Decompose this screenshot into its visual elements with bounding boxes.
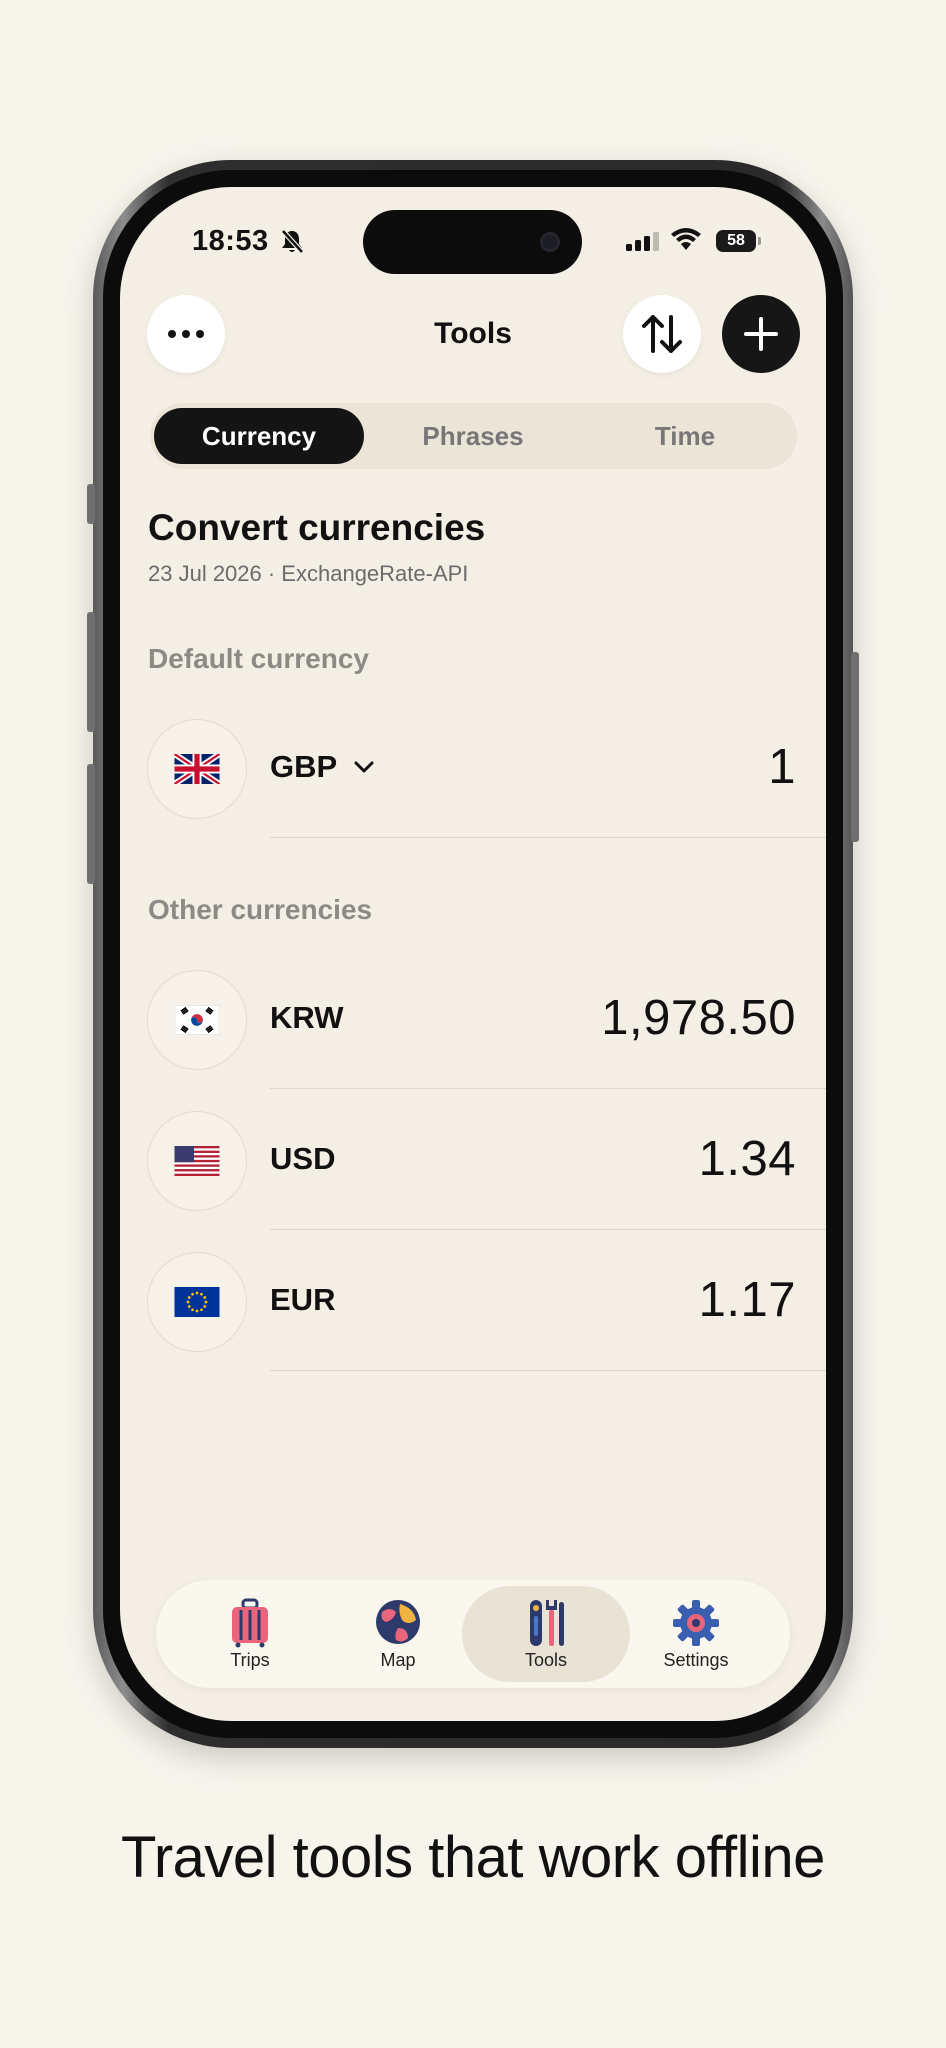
tab-trips[interactable]: Trips	[166, 1586, 334, 1682]
eu-flag-icon	[174, 1287, 220, 1317]
currency-amount-input[interactable]: 1	[768, 739, 796, 795]
marketing-caption: Travel tools that work offline	[121, 1825, 825, 1890]
segment-time[interactable]: Time	[580, 408, 790, 464]
tab-label: Tools	[524, 1650, 568, 1670]
divider	[270, 837, 826, 838]
chevron-down-icon[interactable]	[352, 759, 376, 775]
add-button[interactable]	[722, 295, 800, 373]
gear-icon	[673, 1600, 719, 1646]
segment-phrases[interactable]: Phrases	[368, 408, 578, 464]
plus-icon	[744, 317, 778, 351]
bell-slash-icon	[281, 229, 304, 254]
currency-amount[interactable]: 1.17	[699, 1272, 796, 1328]
segment-currency[interactable]: Currency	[154, 408, 364, 464]
volume-down-button	[87, 764, 95, 884]
tab-bar: Trips Map Tools Settings	[156, 1580, 790, 1688]
flag-badge	[147, 1111, 247, 1211]
currency-code: EUR	[270, 1282, 336, 1317]
dynamic-island	[363, 210, 582, 274]
volume-up-button	[87, 612, 95, 732]
us-flag-icon	[174, 1146, 220, 1176]
tab-map[interactable]: Map	[314, 1586, 482, 1682]
currency-row-krw[interactable]: KRW 1,978.50	[120, 970, 826, 1070]
tab-settings[interactable]: Settings	[612, 1586, 780, 1682]
tab-tools[interactable]: Tools	[462, 1586, 630, 1682]
divider	[270, 1370, 826, 1371]
tab-label: Map	[380, 1650, 416, 1670]
tools-segmented-control: Currency Phrases Time	[150, 403, 797, 469]
currency-code: GBP	[270, 749, 338, 784]
wifi-icon	[671, 228, 701, 250]
currency-code: USD	[270, 1141, 336, 1176]
divider	[270, 1229, 826, 1230]
battery-percent: 58	[727, 232, 745, 249]
flag-badge	[147, 719, 247, 819]
swap-vertical-arrows-icon	[642, 315, 682, 353]
swap-button[interactable]	[623, 295, 701, 373]
power-button	[851, 652, 859, 842]
currency-amount[interactable]: 1.34	[699, 1131, 796, 1187]
rate-source-subtitle: 23 Jul 2026 · ExchangeRate-API	[148, 561, 469, 586]
tab-label: Settings	[663, 1650, 729, 1670]
app-screen: 18:53 58 Tools Currency Phrases Time Con…	[120, 187, 826, 1721]
default-currency-label: Default currency	[148, 643, 369, 674]
currency-amount[interactable]: 1,978.50	[601, 990, 796, 1046]
tools-icon	[530, 1600, 564, 1646]
suitcase-icon	[232, 1598, 268, 1648]
default-currency-row[interactable]: GBP 1	[120, 719, 826, 819]
currency-row-eur[interactable]: EUR 1.17	[120, 1252, 826, 1352]
globe-icon	[376, 1600, 420, 1644]
front-camera	[540, 232, 560, 252]
south-korea-flag-icon	[175, 1005, 219, 1035]
uk-flag-icon	[174, 754, 220, 784]
battery-indicator: 58	[716, 230, 761, 252]
divider	[270, 1088, 826, 1089]
flag-badge	[147, 970, 247, 1070]
other-currencies-label: Other currencies	[148, 894, 373, 925]
section-heading: Convert currencies	[148, 507, 486, 548]
tab-label: Trips	[230, 1650, 270, 1670]
flag-badge	[147, 1252, 247, 1352]
status-time: 18:53	[192, 225, 269, 257]
currency-code: KRW	[270, 1000, 344, 1035]
currency-row-usd[interactable]: USD 1.34	[120, 1111, 826, 1211]
cellular-signal-icon	[626, 232, 659, 251]
action-button	[87, 484, 95, 524]
page-title: Tools	[434, 317, 512, 350]
